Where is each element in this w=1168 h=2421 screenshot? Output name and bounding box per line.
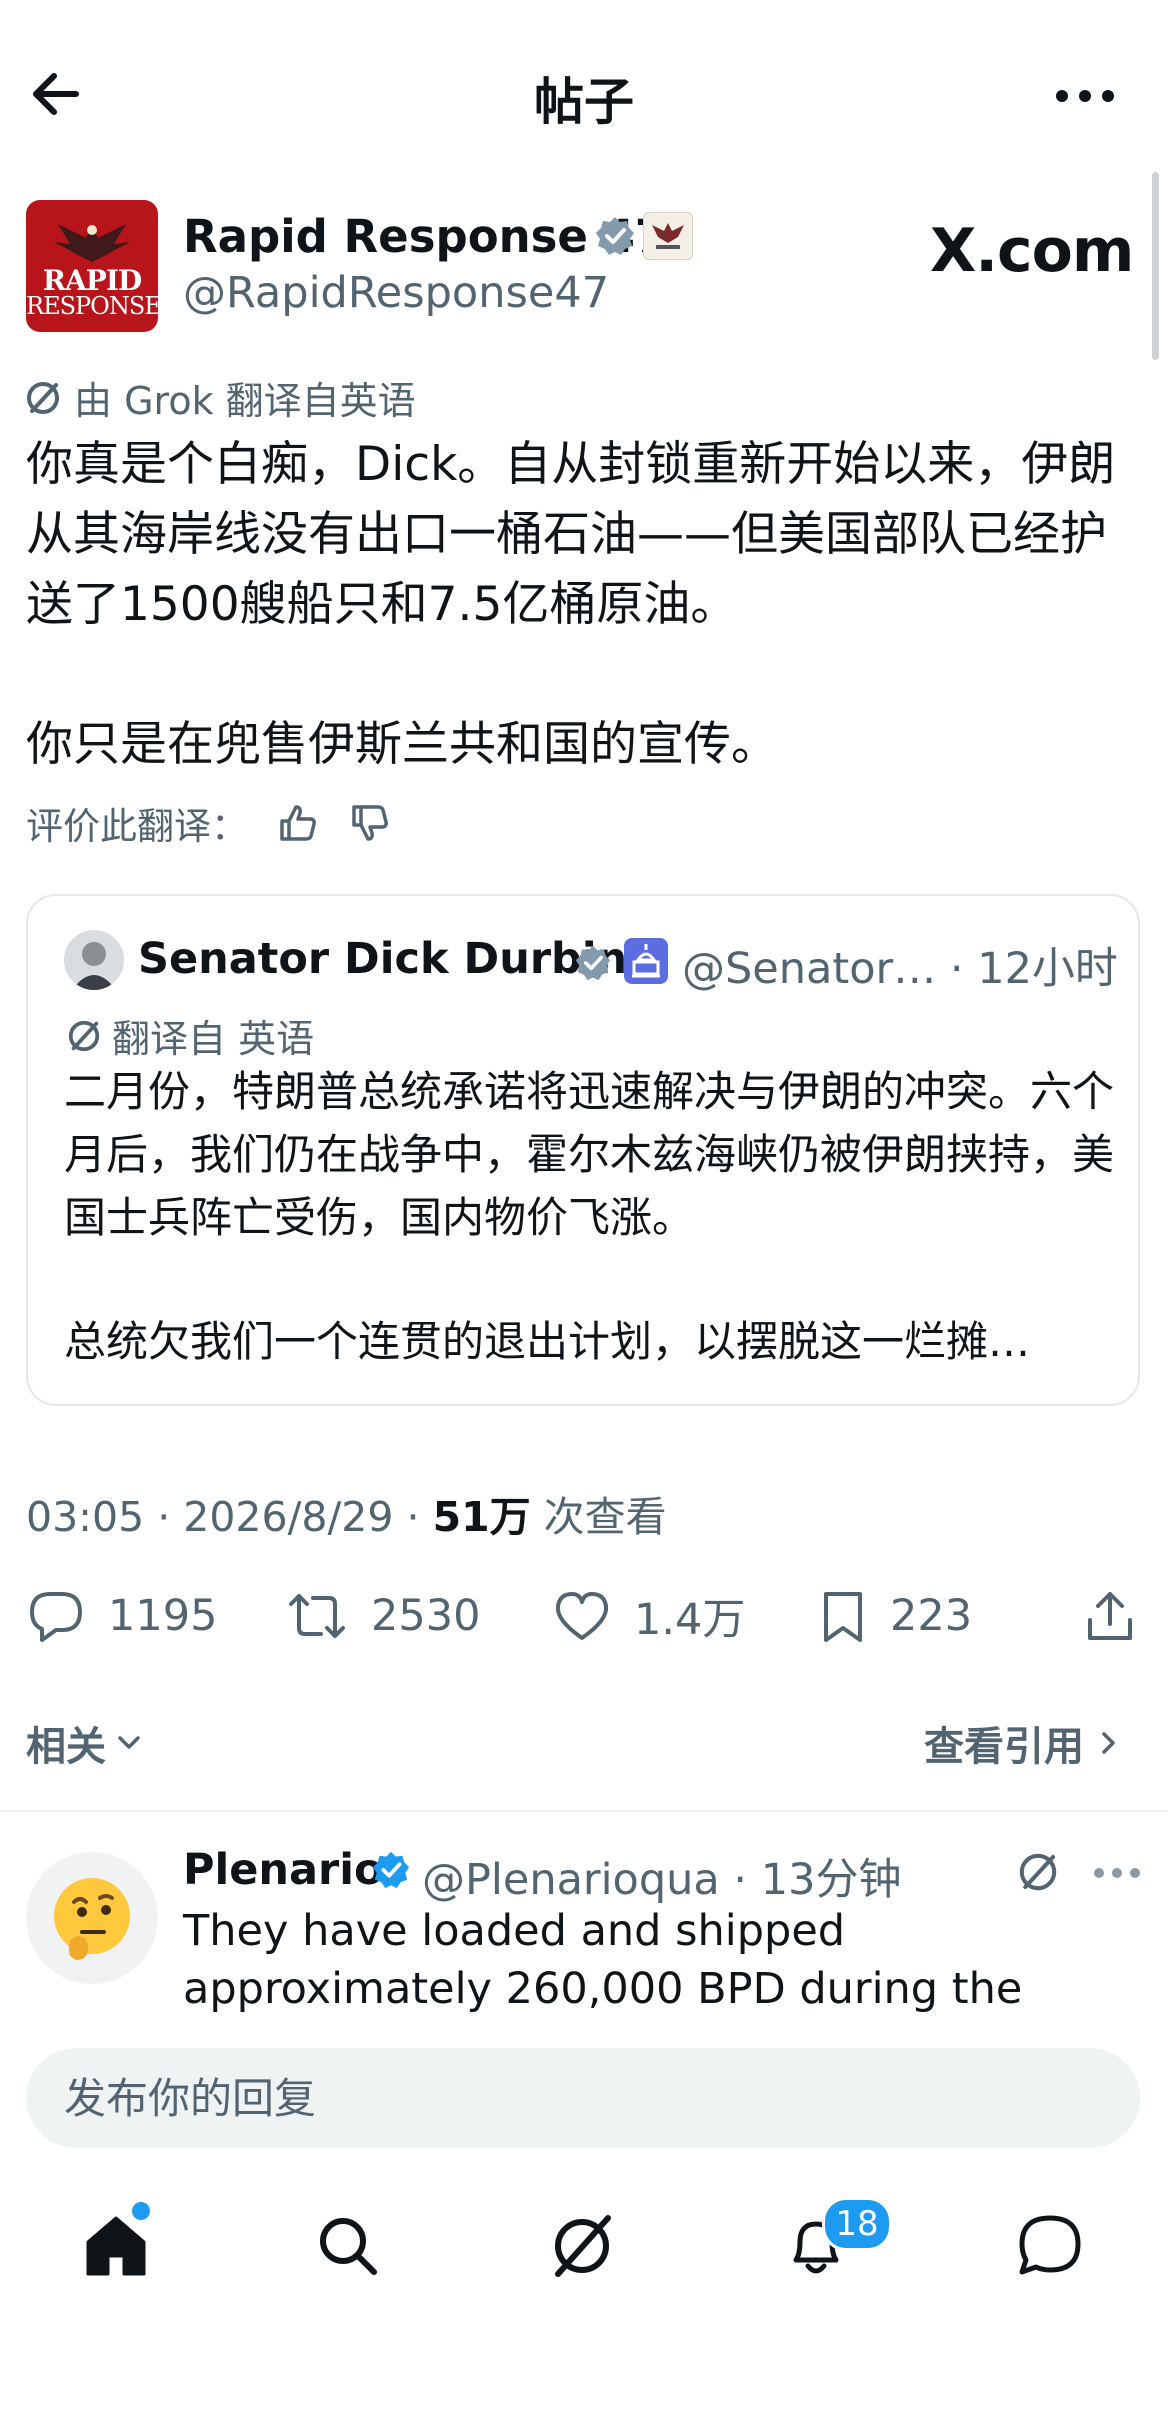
home-icon[interactable] (80, 2210, 152, 2282)
chevron-down-icon (118, 1736, 140, 1749)
chevron-right-icon (1102, 1732, 1115, 1754)
quoted-handle-time[interactable]: @Senator… · 12小时 (682, 934, 1118, 996)
scrollbar[interactable] (1152, 172, 1159, 360)
grok-tab-icon[interactable] (546, 2210, 618, 2282)
like-icon (555, 1592, 609, 1640)
retweet-button[interactable]: 2530 (285, 1586, 480, 1646)
message-icon[interactable] (1014, 2210, 1086, 2282)
post-meta: 03:05 · 2026/8/29 · 51万 次查看 (26, 1483, 667, 1543)
reply-handle-time[interactable]: @Plenarioqua · 13分钟 (422, 1845, 902, 1907)
page-title: 帖子 (534, 73, 634, 131)
bookmark-count: 223 (890, 1591, 973, 1641)
reply-icon (30, 1592, 82, 1642)
post-body-paragraph-1: 你真是个白痴，Dick。自从封锁重新开始以来，伊朗从其海岸线没有出口一桶石油——… (26, 437, 1116, 632)
related-dropdown[interactable]: 相关 (26, 1714, 146, 1772)
grok-icon[interactable] (1016, 1850, 1060, 1894)
thumbs-down-icon[interactable] (348, 801, 392, 845)
related-label: 相关 (26, 1724, 106, 1770)
search-icon[interactable] (312, 2210, 384, 2282)
affiliation-badge[interactable] (643, 212, 693, 260)
post-timestamp: 03:05 · 2026/8/29 · (26, 1493, 433, 1541)
xcom-watermark: X.com (930, 216, 1134, 286)
quoted-body-paragraph-1: 二月份，特朗普总统承诺将迅速解决与伊朗的冲突。六个月后，我们仍在战争中，霍尔木兹… (64, 1067, 1115, 1242)
avatar-line2: RESPONSE (26, 292, 158, 320)
reply-input[interactable] (26, 2048, 1140, 2148)
translation-note[interactable]: 由 Grok 翻译自英语 (24, 370, 416, 425)
rate-translation-row: 评价此翻译： (26, 796, 392, 850)
translation-note-text: 由 Grok 翻译自英语 (74, 379, 416, 423)
more-icon[interactable] (1050, 76, 1120, 116)
thumbs-up-icon[interactable] (276, 801, 320, 845)
reply-more-icon[interactable] (1092, 1866, 1142, 1880)
notification-badge: 18 (822, 2197, 892, 2251)
section-divider (0, 1810, 1168, 1812)
share-icon (1088, 1592, 1132, 1640)
bookmark-icon (824, 1592, 862, 1642)
reply-author-name[interactable]: Plenario (183, 1845, 384, 1895)
author-avatar[interactable]: RAPID RESPONSE (26, 200, 158, 332)
retweet-count: 2530 (371, 1591, 481, 1641)
quoted-author-name[interactable]: Senator Dick Durbin (138, 934, 627, 984)
capitol-badge-icon[interactable] (624, 938, 668, 984)
reply-author-avatar[interactable] (26, 1852, 158, 1984)
share-button[interactable] (1082, 1586, 1160, 1646)
author-handle[interactable]: @RapidResponse47 (183, 268, 609, 318)
views-label: 次查看 (530, 1493, 667, 1541)
retweet-icon (289, 1594, 345, 1638)
reply-count: 1195 (108, 1591, 218, 1641)
grok-icon (68, 1020, 100, 1051)
eagle-icon (54, 224, 130, 262)
view-quotes-link[interactable]: 查看引用 (924, 1714, 1126, 1772)
view-quotes-label: 查看引用 (924, 1724, 1084, 1770)
verified-icon (594, 215, 636, 257)
quoted-translation-note[interactable]: 翻译自 英语 (66, 1008, 314, 1063)
home-unread-dot (132, 2202, 150, 2220)
like-button[interactable]: 1.4万 (552, 1586, 745, 1646)
quoted-body-paragraph-2: 总统欠我们一个连贯的退出计划，以摆脱这一烂摊… (64, 1317, 1031, 1366)
quoted-translation-note-text: 翻译自 英语 (112, 1017, 315, 1061)
view-count: 51万 (432, 1493, 531, 1541)
bookmark-button[interactable]: 223 (818, 1586, 972, 1646)
grok-icon (27, 381, 59, 414)
quoted-author-avatar[interactable] (64, 930, 124, 990)
rate-translation-label: 评价此翻译： (26, 805, 248, 848)
verified-icon (371, 1850, 411, 1890)
verified-icon (574, 944, 612, 982)
like-count: 1.4万 (634, 1595, 746, 1645)
post-body-paragraph-2: 你只是在兜售伊斯兰共和国的宣传。 (26, 717, 778, 772)
reply-button[interactable]: 1195 (26, 1586, 217, 1646)
